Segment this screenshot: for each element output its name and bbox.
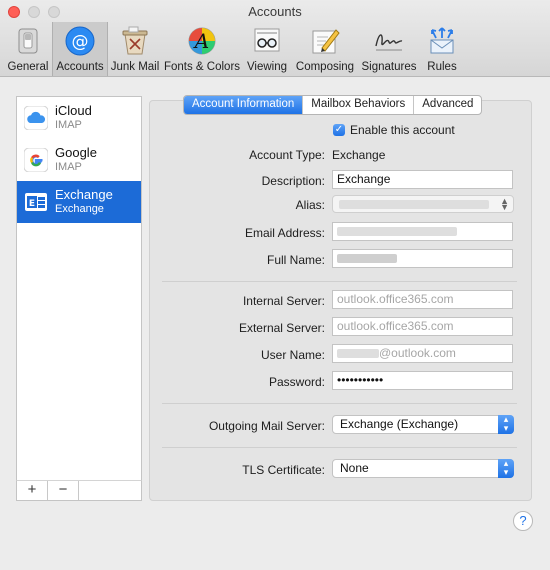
outgoing-server-label: Outgoing Mail Server: <box>208 419 325 433</box>
account-type: IMAP <box>55 119 82 131</box>
alias-label: Alias: <box>295 198 325 212</box>
at-sign-icon: @ <box>64 25 96 57</box>
tab-label: Composing <box>295 61 355 73</box>
svg-text:A: A <box>193 29 209 53</box>
redacted-name <box>337 254 397 264</box>
exchange-icon: E <box>24 190 48 214</box>
tab-label: Junk Mail <box>110 61 160 73</box>
outgoing-server-popup[interactable]: Exchange (Exchange) ▴ ▾ <box>332 415 514 434</box>
tab-signatures[interactable]: Signatures <box>358 22 420 76</box>
account-type-value: Exchange <box>332 148 386 162</box>
internal-server-field[interactable]: outlook.office365.com <box>332 290 513 309</box>
tab-composing[interactable]: Composing <box>292 22 358 76</box>
tab-junk-mail[interactable]: Junk Mail <box>108 22 162 76</box>
preferences-toolbar: General @ Accounts Junk Mail A Fonts & C… <box>4 22 464 76</box>
account-name: iCloud <box>55 103 92 118</box>
account-name: Google <box>55 145 97 160</box>
outgoing-server-value: Exchange (Exchange) <box>340 417 459 431</box>
tab-general[interactable]: General <box>4 22 52 76</box>
account-type: IMAP <box>55 161 82 173</box>
internal-server-label: Internal Server: <box>242 294 325 308</box>
password-field[interactable]: ••••••••••• <box>332 371 513 390</box>
tab-accounts[interactable]: @ Accounts <box>52 22 108 76</box>
tab-viewing[interactable]: Viewing <box>242 22 292 76</box>
account-list-buttons: + − <box>16 480 142 501</box>
tab-account-information[interactable]: Account Information <box>184 96 304 114</box>
chevron-updown-icon: ▴ ▾ <box>498 415 514 434</box>
settings-tabs: Account Information Mailbox Behaviors Ad… <box>183 95 483 115</box>
tab-label: Rules <box>427 61 457 73</box>
font-palette-icon: A <box>186 25 218 57</box>
svg-text:@: @ <box>72 32 89 52</box>
enable-account-label: Enable this account <box>350 123 455 137</box>
alias-popup[interactable]: ▲ ▼ <box>332 195 514 213</box>
window-title: Accounts <box>248 4 302 19</box>
redacted-username <box>337 349 379 359</box>
tab-label: Viewing <box>246 61 288 73</box>
accounts-preferences-window: Accounts General @ Accounts Junk Mail A … <box>0 0 550 570</box>
account-item-icloud[interactable]: iCloud IMAP <box>17 97 141 139</box>
tls-certificate-value: None <box>340 461 369 475</box>
pencil-icon <box>309 25 341 57</box>
tab-label: Accounts <box>56 61 104 73</box>
full-name-label: Full Name: <box>266 253 325 267</box>
tls-certificate-label: TLS Certificate: <box>242 463 325 477</box>
account-type-label: Account Type: <box>249 148 325 162</box>
tab-mailbox-behaviors[interactable]: Mailbox Behaviors <box>303 96 415 114</box>
add-account-button[interactable]: + <box>17 481 48 500</box>
trash-can-icon <box>119 25 151 57</box>
stepper-icon: ▲ ▼ <box>500 196 509 212</box>
external-server-field[interactable]: outlook.office365.com <box>332 317 513 336</box>
email-address-label: Email Address: <box>244 226 325 240</box>
tab-label: Fonts & Colors <box>163 61 241 73</box>
redacted-email <box>337 227 457 237</box>
account-item-google[interactable]: Google IMAP <box>17 139 141 181</box>
signature-icon <box>373 25 405 57</box>
separator <box>162 403 517 404</box>
description-label: Description: <box>261 174 325 188</box>
help-button[interactable]: ? <box>513 511 533 531</box>
password-label: Password: <box>268 375 325 389</box>
full-name-field[interactable] <box>332 249 513 268</box>
glasses-icon <box>251 25 283 57</box>
account-list: iCloud IMAP Google IMAP E Exchange Excha… <box>16 96 142 482</box>
remove-account-button[interactable]: − <box>48 481 79 500</box>
icloud-icon <box>23 105 49 131</box>
tab-rules[interactable]: Rules <box>420 22 464 76</box>
account-name: Exchange <box>55 187 113 202</box>
external-server-label: External Server: <box>238 321 325 335</box>
switch-icon <box>12 25 44 57</box>
email-address-field[interactable] <box>332 222 513 241</box>
google-icon <box>23 147 49 173</box>
separator <box>162 281 517 282</box>
user-name-label: User Name: <box>260 348 325 362</box>
redacted-alias <box>339 200 489 209</box>
tab-fonts-colors[interactable]: A Fonts & Colors <box>162 22 242 76</box>
user-name-suffix: @outlook.com <box>379 346 456 360</box>
tls-certificate-popup[interactable]: None ▴ ▾ <box>332 459 514 478</box>
svg-text:E: E <box>29 199 35 209</box>
tab-label: General <box>7 61 49 73</box>
tab-advanced[interactable]: Advanced <box>414 96 481 114</box>
envelope-arrows-icon <box>426 25 458 57</box>
separator <box>162 447 517 448</box>
user-name-field[interactable]: @outlook.com <box>332 344 513 363</box>
enable-account-checkbox[interactable]: ✓ <box>333 124 345 136</box>
description-field[interactable]: Exchange <box>332 170 513 189</box>
title-bar: Accounts General @ Accounts Junk Mail A … <box>0 0 550 77</box>
account-item-exchange[interactable]: E Exchange Exchange <box>17 181 141 223</box>
account-type: Exchange <box>55 203 104 215</box>
tab-label: Signatures <box>361 61 417 73</box>
chevron-updown-icon: ▴ ▾ <box>498 459 514 478</box>
